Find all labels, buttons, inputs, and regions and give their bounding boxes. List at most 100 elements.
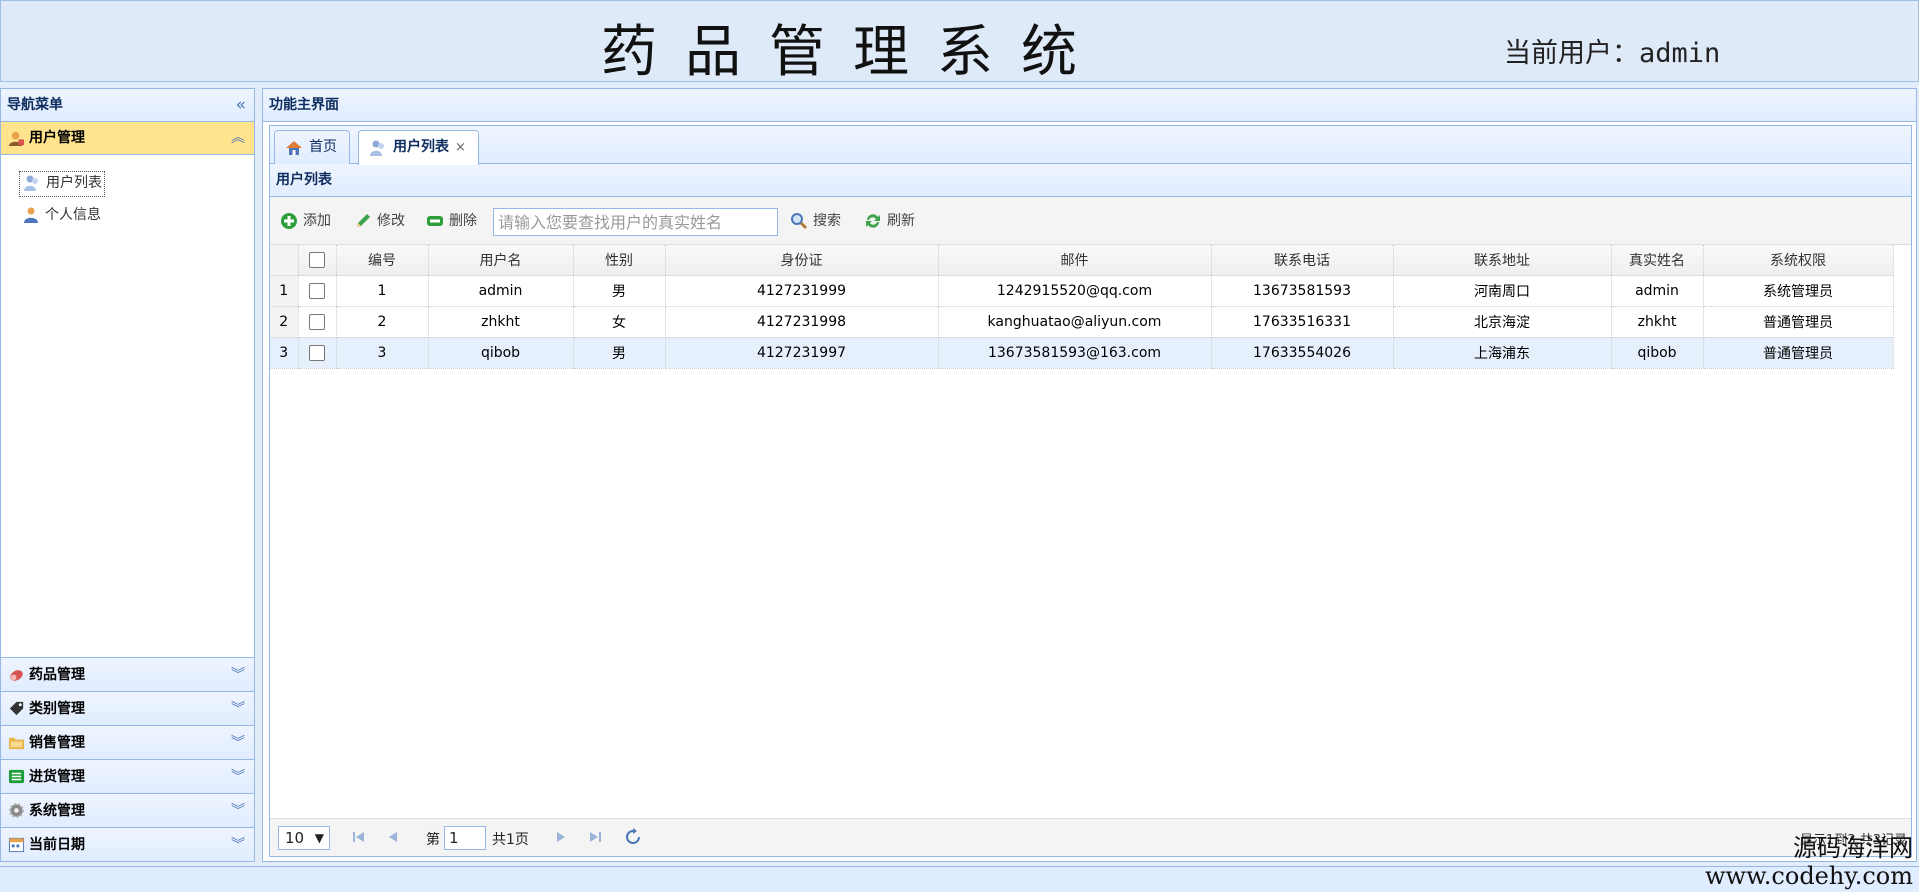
sidebar-header: 导航菜单 « [1,89,254,122]
sidebar-item-user-list[interactable]: 用户列表 [19,171,105,197]
column-header-address[interactable]: 联系地址 [1393,245,1612,276]
row-checkbox[interactable] [309,313,325,330]
cell-username: admin [428,275,574,307]
cell-address: 河南周口 [1393,275,1612,307]
sidebar-section-drug-management[interactable]: 药品管理 ︾ [1,657,254,691]
row-number: 1 [270,275,299,307]
row-select-cell [298,337,337,369]
chevron-down-icon[interactable]: ︾ [231,726,245,760]
row-checkbox[interactable] [309,344,325,361]
page-size-select[interactable]: 10 ▼ [278,826,330,850]
user-table: 编号 用户名 性别 身份证 邮件 联系电话 联系地址 真实姓名 系统权限 1 1… [270,245,1894,369]
sidebar-title: 导航菜单 [7,97,63,113]
chevron-down-icon[interactable]: ︾ [231,828,245,862]
row-number: 2 [270,306,299,338]
chevron-down-icon[interactable]: ︾ [231,692,245,726]
chevron-down-icon: ▼ [314,831,324,845]
column-header-username[interactable]: 用户名 [428,245,574,276]
cell-email: 1242915520@qq.com [938,275,1212,307]
row-select-cell [298,306,337,338]
table-row[interactable]: 1 1 admin 男 4127231999 1242915520@qq.com… [270,275,1894,307]
sidebar-section-system-management[interactable]: 系统管理 ︾ [1,793,254,827]
watermark: 源码海洋网 www.codehy.com [1705,834,1913,890]
plus-icon [281,213,297,229]
prev-page-icon[interactable] [384,828,402,846]
chevron-up-icon[interactable]: ︽ [231,122,245,155]
pencil-icon [357,214,370,227]
main-panel: 功能主界面 首页 用户列表 × 用户列表 添加 修改 删除 请输入您要查找用户的… [262,88,1917,862]
page-label-post: 共1页 [492,832,529,848]
delete-button[interactable]: 删除 [424,210,477,232]
chevron-down-icon[interactable]: ︾ [231,658,245,692]
search-button[interactable]: 搜索 [788,210,841,232]
cell-phone: 17633516331 [1211,306,1394,338]
sidebar-section-current-date[interactable]: 当前日期 ︾ [1,827,254,861]
add-button[interactable]: 添加 [278,210,331,232]
sidebar-item-label: 个人信息 [45,207,101,223]
tab-user-list[interactable]: 用户列表 × [358,130,479,165]
home-icon [286,141,302,155]
row-select-cell [298,275,337,307]
watermark-line-1: 源码海洋网 [1793,834,1913,862]
next-page-icon[interactable] [552,828,570,846]
delete-button-label: 删除 [449,213,477,229]
column-header-email[interactable]: 邮件 [938,245,1212,276]
search-input[interactable] [493,208,778,236]
sidebar-section-sales-management[interactable]: 销售管理 ︾ [1,725,254,759]
cell-id: 1 [336,275,429,307]
column-header-real-name[interactable]: 真实姓名 [1611,245,1704,276]
column-header-role[interactable]: 系统权限 [1703,245,1894,276]
select-all-checkbox[interactable] [309,251,325,268]
table-row[interactable]: 2 2 zhkht 女 4127231998 kanghuatao@aliyun… [270,306,1894,338]
pill-icon [10,670,23,681]
main-panel-title: 功能主界面 [269,97,339,113]
reload-icon[interactable] [624,828,642,846]
edit-button[interactable]: 修改 [352,210,405,232]
chevron-down-icon[interactable]: ︾ [231,794,245,828]
sidebar-section-label: 进货管理 [29,769,85,785]
sidebar-section-user-management[interactable]: 用户管理 ︽ [1,122,254,155]
user-icon [24,207,38,223]
tabs-container: 首页 用户列表 × 用户列表 添加 修改 删除 请输入您要查找用户的真实姓名 搜… [269,125,1912,857]
cell-real-name: admin [1611,275,1704,307]
close-icon[interactable]: × [455,140,466,155]
gear-icon [9,803,24,818]
column-header-id-card[interactable]: 身份证 [665,245,939,276]
refresh-icon [866,214,880,228]
column-header-id[interactable]: 编号 [336,245,429,276]
cell-id: 2 [336,306,429,338]
table-row[interactable]: 3 3 qibob 男 4127231997 13673581593@163.c… [270,337,1894,369]
sidebar-section-label: 系统管理 [29,803,85,819]
column-header-gender[interactable]: 性别 [573,245,666,276]
row-checkbox[interactable] [309,282,325,299]
cell-email: kanghuatao@aliyun.com [938,306,1212,338]
tab-home[interactable]: 首页 [274,130,350,164]
sidebar-section-category-management[interactable]: 类别管理 ︾ [1,691,254,725]
sidebar-section-label: 销售管理 [29,735,85,751]
users-icon [370,140,384,156]
cell-phone: 13673581593 [1211,275,1394,307]
refresh-button[interactable]: 刷新 [862,210,915,232]
column-header-phone[interactable]: 联系电话 [1211,245,1394,276]
sidebar-section-label: 当前日期 [29,837,85,853]
grid-title: 用户列表 [270,164,1911,197]
page-number-input[interactable]: 1 [444,826,486,850]
cell-gender: 女 [573,306,666,338]
collapse-sidebar-icon[interactable]: « [236,89,246,122]
cell-address: 上海浦东 [1393,337,1612,369]
last-page-icon[interactable] [586,828,604,846]
sidebar: 导航菜单 « 用户管理 ︽ 用户列表 个人信息 药品管理 ︾ 类别管理 ︾ 销售… [0,88,255,862]
cell-phone: 17633554026 [1211,337,1394,369]
chevron-down-icon[interactable]: ︾ [231,760,245,794]
users-icon [24,175,38,191]
footer-strip [0,866,1919,892]
cell-role: 普通管理员 [1703,337,1894,369]
sidebar-item-personal-info[interactable]: 个人信息 [19,204,101,230]
tab-label: 用户列表 [393,139,449,155]
cell-username: qibob [428,337,574,369]
cell-id-card: 4127231999 [665,275,939,307]
app-header: 药品管理系统 当前用户：admin [0,0,1919,85]
sidebar-section-purchase-management[interactable]: 进货管理 ︾ [1,759,254,793]
table-header-row: 编号 用户名 性别 身份证 邮件 联系电话 联系地址 真实姓名 系统权限 [270,245,1894,276]
first-page-icon[interactable] [350,828,368,846]
